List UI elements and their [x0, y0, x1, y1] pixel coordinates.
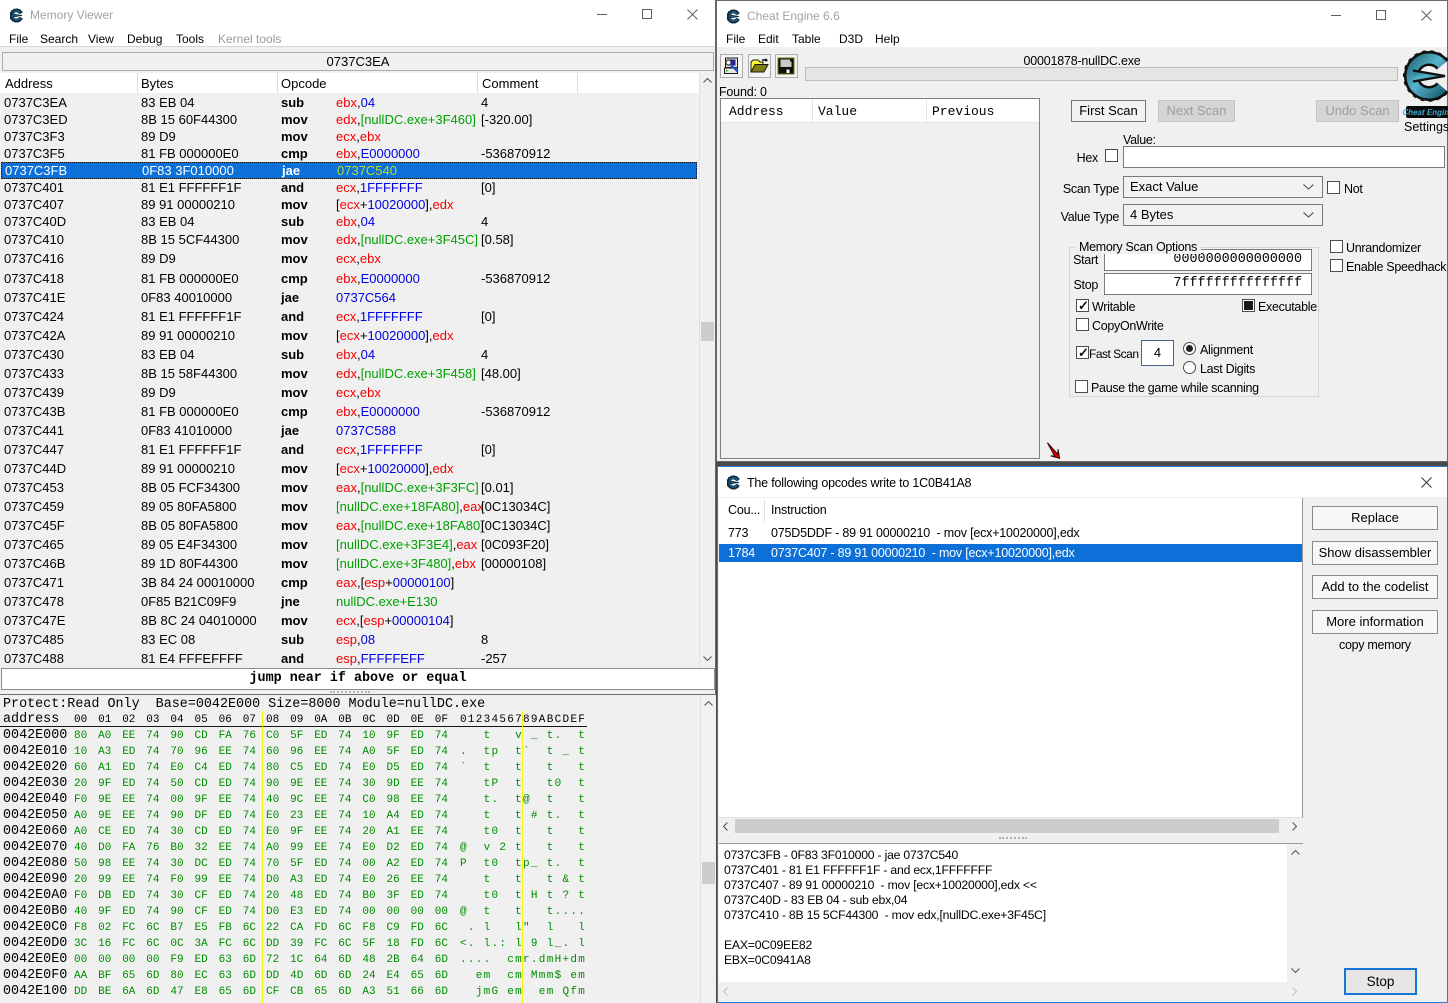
svg-text:Settings: Settings [1404, 120, 1448, 134]
svg-text:Cheat Engine: Cheat Engine [1402, 108, 1448, 117]
